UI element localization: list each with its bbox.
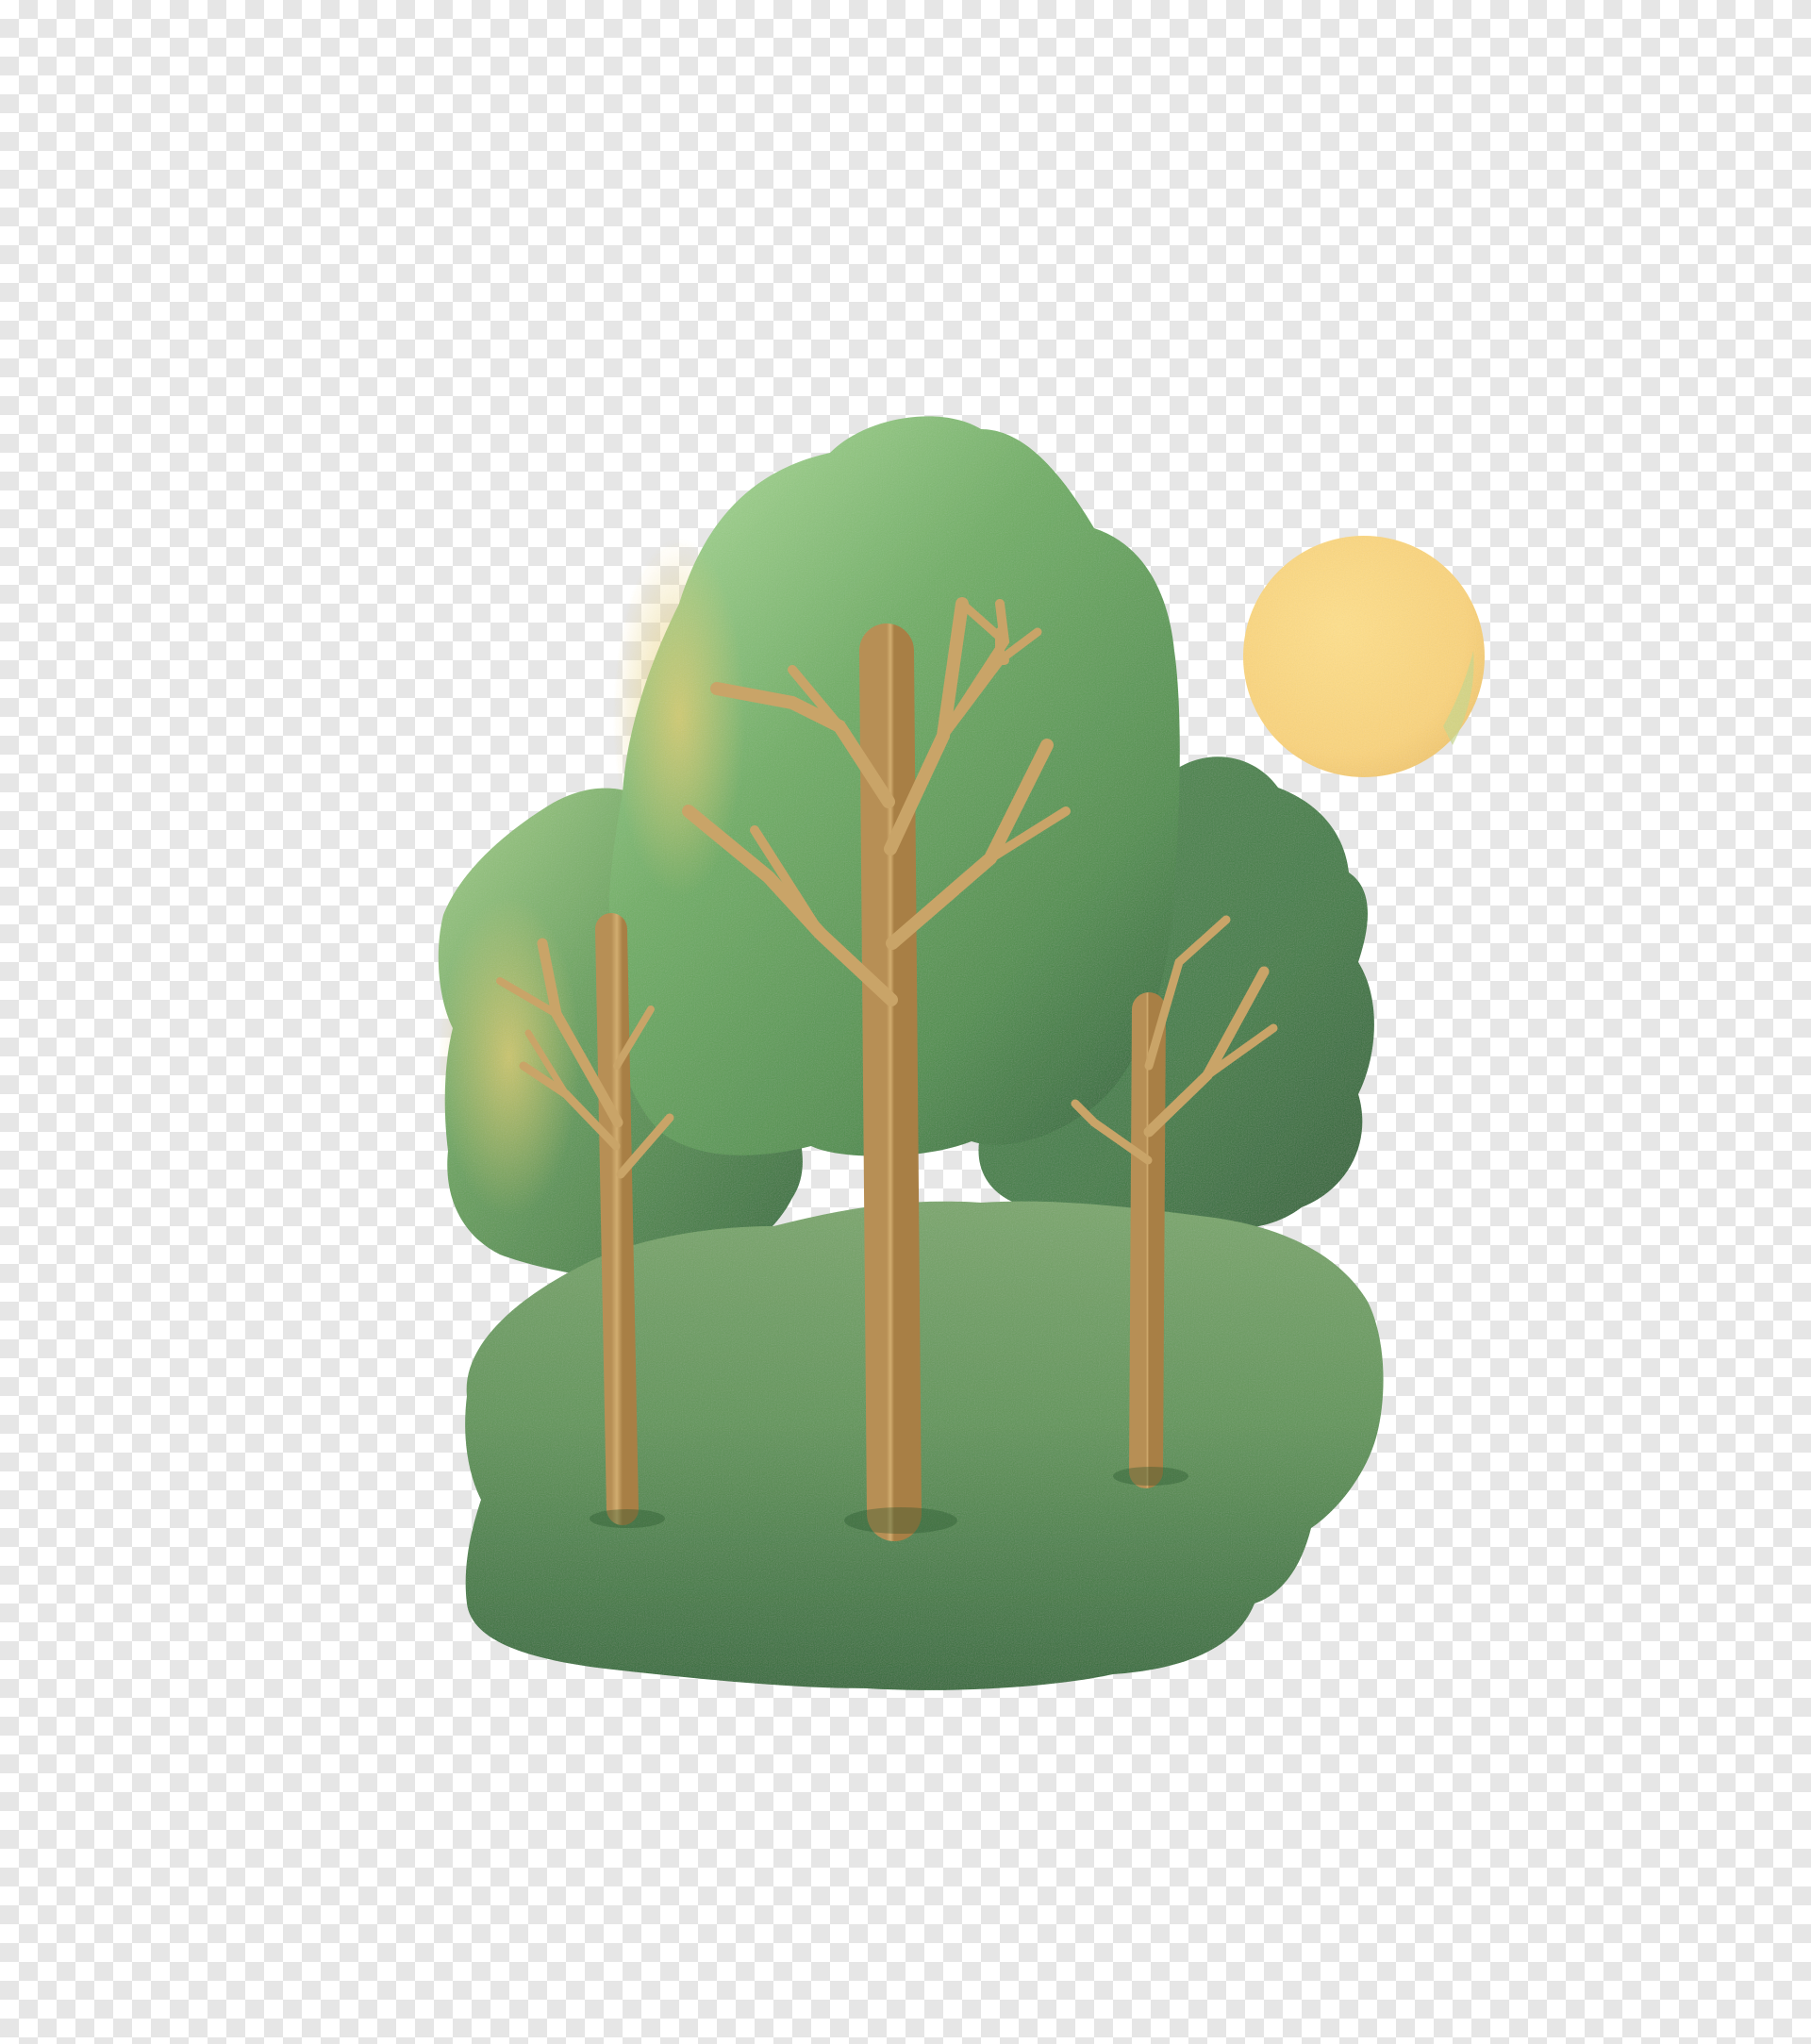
trees-illustration [438,416,1485,1690]
illustration-canvas [0,0,1811,2044]
sun-shape [1243,536,1485,777]
